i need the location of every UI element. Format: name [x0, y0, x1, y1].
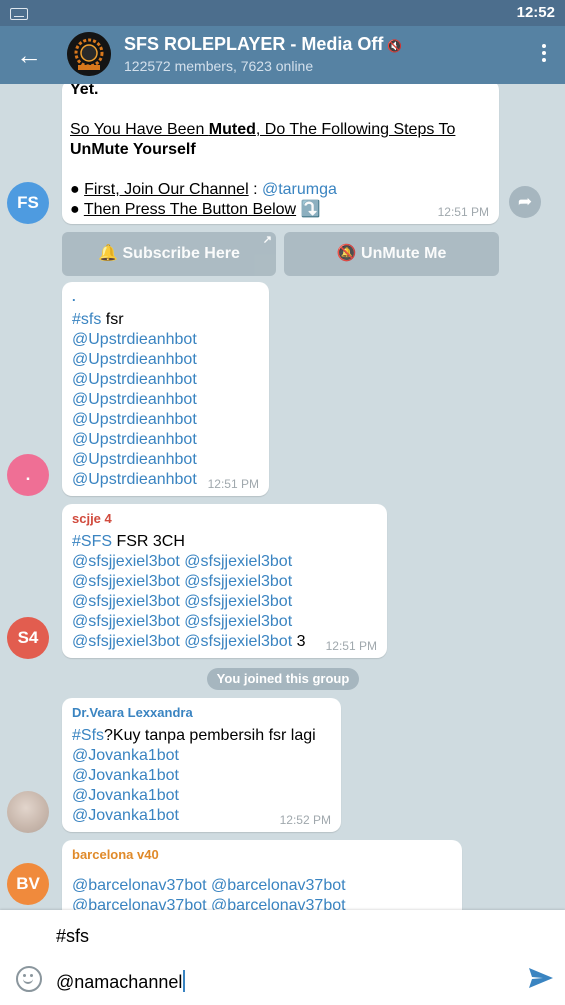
avatar[interactable]: FS: [7, 182, 49, 224]
mention-link[interactable]: @sfsjjexiel3bot: [72, 613, 180, 630]
mention-link[interactable]: @sfsjjexiel3bot: [184, 553, 292, 570]
mention-link[interactable]: @Upstrdieanhbot: [72, 470, 197, 490]
mention-link[interactable]: @Upstrdieanhbot: [72, 390, 197, 410]
group-avatar[interactable]: [67, 32, 111, 76]
message-text: #sfs fsr: [72, 311, 124, 328]
mention-link[interactable]: @sfsjjexiel3bot: [184, 593, 292, 610]
message-list[interactable]: Yet. So You Have Been Muted, Do The Foll…: [0, 84, 565, 910]
message-text: UnMute Yourself: [70, 141, 196, 158]
text-cursor: [183, 970, 186, 992]
message-text: #Sfs?Kuy tanpa pembersih fsr lagi: [72, 727, 316, 744]
message-time: 12:51 PM: [325, 639, 377, 653]
mention-link[interactable]: @Upstrdieanhbot: [72, 330, 197, 350]
mention-link[interactable]: @sfsjjexiel3bot: [184, 613, 292, 630]
mention-link[interactable]: @sfsjjexiel3bot: [184, 633, 292, 650]
back-arrow-icon[interactable]: ←: [14, 40, 44, 70]
sender-name[interactable]: barcelona v40: [72, 846, 346, 864]
status-time: 12:52: [516, 4, 555, 21]
mention-link[interactable]: @Jovanka1bot: [72, 786, 316, 806]
message-bubble[interactable]: Dr.Veara Lexxandra #Sfs?Kuy tanpa pember…: [62, 698, 341, 832]
status-bar: 12:52: [0, 0, 565, 26]
group-title[interactable]: SFS ROLEPLAYER - Media Off 🔇: [124, 34, 402, 55]
more-menu-icon[interactable]: [541, 42, 547, 66]
message-time: 12:52 PM: [279, 813, 331, 827]
mention-link[interactable]: @tarumga: [262, 181, 337, 198]
group-member-count: 122572 members, 7623 online: [124, 58, 314, 74]
avatar[interactable]: BV: [7, 863, 49, 905]
message-bubble-bot[interactable]: Yet. So You Have Been Muted, Do The Foll…: [62, 84, 499, 224]
mention-link[interactable]: @sfsjjexiel3bot: [72, 593, 180, 610]
mention-link[interactable]: @Jovanka1bot: [72, 766, 316, 786]
mention-link[interactable]: @Upstrdieanhbot: [72, 370, 197, 390]
hashtag-link[interactable]: #Sfs: [72, 727, 104, 744]
message-time: 12:51 PM: [437, 205, 489, 219]
sender-name[interactable]: Dr.Veara Lexxandra: [72, 704, 316, 722]
mention-link[interactable]: @Upstrdieanhbot: [72, 410, 197, 430]
message-bubble[interactable]: barcelona v40 @barcelonav37bot @barcelon…: [62, 840, 462, 910]
unmute-button[interactable]: 🔕 UnMute Me: [284, 232, 499, 276]
message-input[interactable]: @namachannel: [56, 970, 186, 993]
share-icon[interactable]: ➦: [509, 186, 541, 218]
mention-link[interactable]: @sfsjjexiel3bot: [184, 573, 292, 590]
service-message: You joined this group: [207, 668, 359, 690]
message-text: So You Have Been Muted, Do The Following…: [70, 121, 456, 138]
muted-icon: 🔇: [387, 39, 403, 53]
mention-link[interactable]: @barcelonav37bot: [72, 897, 207, 910]
mention-link[interactable]: @sfsjjexiel3bot: [72, 553, 180, 570]
message-bubble[interactable]: . #sfs fsr @Upstrdieanhbot @Upstrdieanhb…: [62, 282, 269, 496]
hashtag-link[interactable]: #sfs: [72, 311, 101, 328]
message-text: Yet.: [70, 84, 99, 98]
subscribe-button[interactable]: 🔔 Subscribe Here ↗: [62, 232, 276, 276]
group-logo-icon: [67, 32, 111, 76]
message-composer: #sfs @namachannel: [0, 910, 565, 1005]
message-bubble[interactable]: scjje 4 #SFS FSR 3CH @sfsjjexiel3bot @sf…: [62, 504, 387, 658]
mention-link[interactable]: @barcelonav37bot: [211, 897, 346, 910]
keyboard-icon: [10, 8, 28, 20]
message-input-line[interactable]: #sfs: [56, 926, 89, 947]
avatar-photo[interactable]: [7, 791, 49, 833]
chat-header: ← SFS ROLEPLAYER - Media Off 🔇 122572 mem…: [0, 26, 565, 84]
sender-name[interactable]: scjje 4: [72, 510, 305, 528]
mention-link[interactable]: @sfsjjexiel3bot: [72, 573, 180, 590]
message-text: ● Then Press The Button Below ⤵️: [70, 201, 321, 218]
avatar[interactable]: S4: [7, 617, 49, 659]
message-text: ● First, Join Our Channel : @tarumga: [70, 181, 337, 198]
send-icon[interactable]: [528, 966, 554, 990]
hashtag-link[interactable]: #SFS: [72, 533, 112, 550]
avatar[interactable]: .: [7, 454, 49, 496]
mention-link[interactable]: @sfsjjexiel3bot: [72, 633, 180, 650]
mention-link[interactable]: @barcelonav37bot: [211, 877, 346, 894]
sender-name[interactable]: .: [72, 288, 197, 306]
mention-link[interactable]: @Upstrdieanhbot: [72, 350, 197, 370]
mention-link[interactable]: @Jovanka1bot: [72, 746, 316, 766]
message-text: #SFS FSR 3CH: [72, 533, 185, 550]
emoji-icon[interactable]: [16, 966, 42, 992]
external-link-icon: ↗: [262, 234, 272, 246]
message-time: 12:51 PM: [207, 477, 259, 491]
mention-link[interactable]: @Upstrdieanhbot: [72, 450, 197, 470]
mention-link[interactable]: @Upstrdieanhbot: [72, 430, 197, 450]
mention-link[interactable]: @barcelonav37bot: [72, 877, 207, 894]
